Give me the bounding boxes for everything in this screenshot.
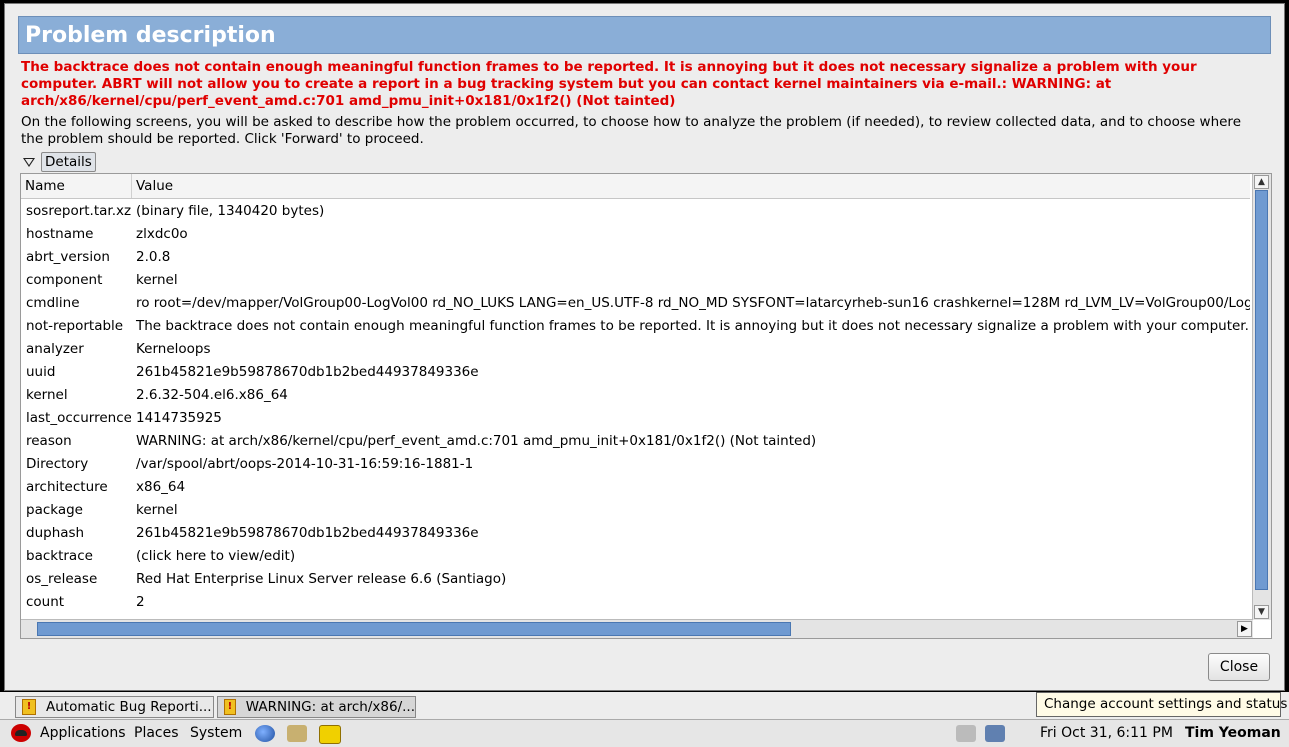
row-value: kernel: [136, 502, 178, 518]
volume-icon[interactable]: [956, 725, 976, 742]
user-name[interactable]: Tim Yeoman: [1185, 720, 1281, 746]
column-header-value[interactable]: Value: [132, 174, 1250, 198]
row-name: duphash: [26, 525, 85, 541]
row-value: The backtrace does not contain enough me…: [136, 318, 1250, 334]
account-tooltip: Change account settings and status: [1036, 692, 1287, 717]
table-row[interactable]: analyzer Kerneloops: [21, 338, 1250, 361]
vertical-scroll-thumb[interactable]: [1255, 190, 1268, 590]
row-name: analyzer: [26, 341, 84, 357]
mail-icon[interactable]: [287, 725, 307, 742]
tree-header: Name Value: [21, 174, 1250, 199]
table-row[interactable]: duphash 261b45821e9b59878670db1b2bed44937…: [21, 522, 1250, 545]
tree-rows: sosreport.tar.xz (binary file, 1340420 by…: [21, 200, 1250, 620]
warning-icon: !: [224, 699, 236, 715]
table-row[interactable]: count 2: [21, 591, 1250, 614]
row-name: backtrace: [26, 548, 93, 564]
row-name: not-reportable: [26, 318, 124, 334]
details-expander[interactable]: Details: [23, 152, 96, 172]
row-value: 2.0.8: [136, 249, 171, 265]
table-row[interactable]: backtrace (click here to view/edit): [21, 545, 1250, 568]
row-value: ro root=/dev/mapper/VolGroup00-LogVol00 …: [136, 295, 1250, 311]
table-row[interactable]: Directory/var/spool/abrt/oops-2014-10-31…: [21, 453, 1250, 476]
column-header-name[interactable]: Name: [21, 174, 132, 198]
task-warning-window[interactable]: ! WARNING: at arch/x86/...: [217, 696, 416, 718]
warning-message: The backtrace does not contain enough me…: [21, 59, 1197, 109]
row-name: os_release: [26, 571, 98, 587]
vertical-scrollbar[interactable]: ▲ ▼: [1252, 174, 1271, 620]
notes-icon[interactable]: [319, 725, 341, 744]
places-menu[interactable]: Places: [134, 720, 179, 746]
redhat-logo-icon[interactable]: [11, 724, 31, 742]
horizontal-scrollbar[interactable]: ▶: [21, 619, 1253, 638]
instructions-text: On the following screens, you will be as…: [21, 114, 1241, 147]
row-value: 2.6.32-504.el6.x86_64: [136, 387, 288, 403]
table-row[interactable]: kernel 2.6.32-504.el6.x86_64: [21, 384, 1250, 407]
table-row[interactable]: architecture x86_64: [21, 476, 1250, 499]
row-name: sosreport.tar.xz: [26, 203, 131, 219]
row-name: cmdline: [26, 295, 80, 311]
row-value: Red Hat Enterprise Linux Server release …: [136, 571, 507, 587]
table-row[interactable]: abrt_version 2.0.8: [21, 246, 1250, 269]
table-row[interactable]: uuid 261b45821e9b59878670db1b2bed44937849…: [21, 361, 1250, 384]
top-panel: Applications Places System Fri Oct 31, 6…: [0, 719, 1289, 747]
row-name: abrt_version: [26, 249, 110, 265]
row-name: component: [26, 272, 103, 288]
row-value: 261b45821e9b59878670db1b2bed44937849336e: [136, 364, 479, 380]
row-value: zlxdc0o: [136, 226, 188, 242]
row-value: (click here to view/edit): [136, 548, 296, 564]
table-row[interactable]: not-reportable The backtrace does not con…: [21, 315, 1250, 338]
details-label[interactable]: Details: [41, 152, 96, 172]
row-value: kernel: [136, 272, 178, 288]
row-value: Kerneloops: [136, 341, 211, 357]
table-row[interactable]: package kernel: [21, 499, 1250, 522]
clock[interactable]: Fri Oct 31, 6:11 PM: [1040, 720, 1173, 746]
scroll-down-icon[interactable]: ▼: [1254, 605, 1269, 619]
row-value: x86_64: [136, 479, 186, 495]
scroll-right-icon[interactable]: ▶: [1237, 621, 1252, 637]
row-name: package: [26, 502, 83, 518]
system-menu[interactable]: System: [190, 720, 242, 746]
table-row[interactable]: last_occurrence 1414735925: [21, 407, 1250, 430]
row-name: count: [26, 594, 65, 610]
warning-icon: !: [22, 699, 36, 715]
table-row[interactable]: reason WARNING: at arch/x86/kernel/cpu/pe…: [21, 430, 1250, 453]
details-tree[interactable]: Name Value sosreport.tar.xz (binary file,…: [20, 173, 1272, 639]
network-icon[interactable]: [985, 725, 1005, 742]
row-value: 1414735925: [136, 410, 222, 426]
table-row[interactable]: cmdline ro root=/dev/mapper/VolGroup00-Lo…: [21, 292, 1250, 315]
row-name: Directory: [26, 456, 89, 472]
row-name: kernel: [26, 387, 68, 403]
close-button[interactable]: Close: [1208, 653, 1270, 681]
row-name: uuid: [26, 364, 56, 380]
row-name: last_occurrence: [26, 410, 131, 426]
row-value: /var/spool/abrt/oops-2014-10-31-16:59:16…: [136, 456, 474, 472]
horizontal-scroll-thumb[interactable]: [37, 622, 791, 636]
expander-arrow-icon[interactable]: [23, 157, 35, 167]
task-automatic-bug-reporting[interactable]: ! Automatic Bug Reporti...: [15, 696, 214, 718]
abrt-dialog: Problem description The backtrace does n…: [4, 3, 1285, 691]
applications-menu[interactable]: Applications: [40, 720, 126, 746]
row-value: WARNING: at arch/x86/kernel/cpu/perf_eve…: [136, 433, 817, 449]
row-value: 261b45821e9b59878670db1b2bed44937849336e: [136, 525, 479, 541]
row-value: 2: [136, 594, 145, 610]
browser-icon[interactable]: [255, 725, 275, 742]
table-row[interactable]: hostname zlxdc0o: [21, 223, 1250, 246]
table-row[interactable]: sosreport.tar.xz (binary file, 1340420 by…: [21, 200, 1250, 223]
scroll-up-icon[interactable]: ▲: [1254, 175, 1269, 189]
row-value: (binary file, 1340420 bytes): [136, 203, 325, 219]
table-row[interactable]: os_release Red Hat Enterprise Linux Serve…: [21, 568, 1250, 591]
page-title: Problem description: [18, 16, 1271, 54]
row-name: reason: [26, 433, 72, 449]
task-label: Automatic Bug Reporti...: [46, 699, 212, 715]
row-name: architecture: [26, 479, 108, 495]
row-name: hostname: [26, 226, 94, 242]
task-label: WARNING: at arch/x86/...: [245, 699, 415, 715]
table-row[interactable]: component kernel: [21, 269, 1250, 292]
